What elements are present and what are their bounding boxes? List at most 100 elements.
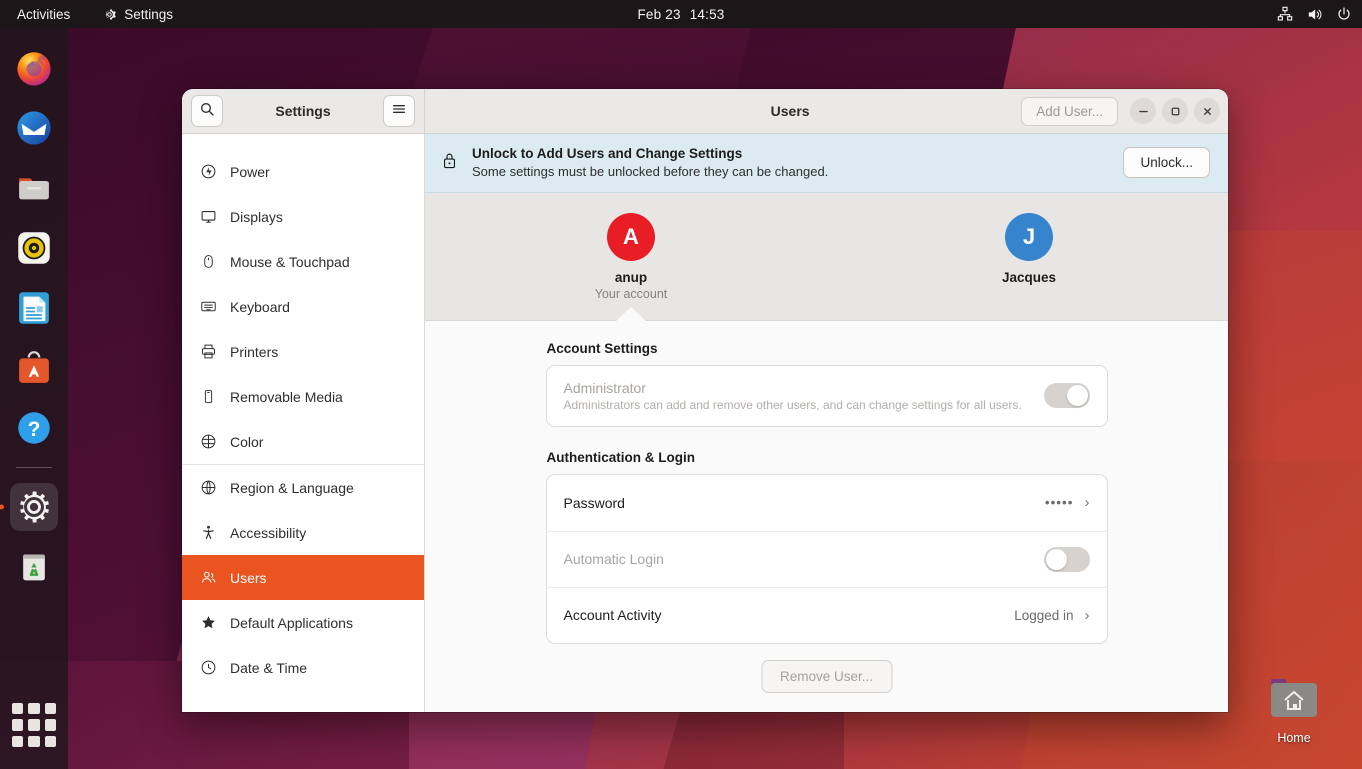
- power-icon[interactable]: [1336, 6, 1352, 22]
- dock-item-ubuntu-software[interactable]: [10, 344, 58, 392]
- search-icon: [199, 101, 215, 122]
- app-menu-button[interactable]: Settings: [97, 5, 178, 24]
- system-indicators[interactable]: [1277, 6, 1352, 23]
- administrator-toggle[interactable]: [1043, 383, 1090, 409]
- dock-item-rhythmbox[interactable]: [10, 224, 58, 272]
- administrator-row[interactable]: Administrator Administrators can add and…: [547, 366, 1107, 426]
- lock-icon: [441, 151, 458, 175]
- sidebar-item-removable-media[interactable]: Removable Media: [182, 374, 424, 419]
- sidebar-label: Users: [230, 569, 267, 586]
- password-row[interactable]: Password ••••• ›: [547, 475, 1107, 531]
- sidebar-label: Date & Time: [230, 659, 308, 676]
- globe-icon: [199, 479, 217, 496]
- sidebar-label: Default Applications: [230, 614, 353, 631]
- avatar: A: [607, 212, 655, 261]
- sidebar-title: Settings: [275, 103, 331, 119]
- volume-icon[interactable]: [1306, 6, 1323, 23]
- selected-user-pointer: [616, 306, 646, 321]
- app-menu-label: Settings: [124, 6, 174, 22]
- sidebar-label: Displays: [230, 208, 283, 225]
- clock-button[interactable]: Feb 23 14:53: [637, 7, 724, 22]
- administrator-label: Administrator: [563, 379, 646, 396]
- authentication-heading: Authentication & Login: [546, 449, 695, 465]
- display-icon: [199, 208, 217, 225]
- user-name: Jacques: [1001, 269, 1057, 285]
- user-card-anup[interactable]: A anup Your account: [571, 212, 691, 301]
- banner-title: Unlock to Add Users and Change Settings: [472, 146, 743, 161]
- activities-button[interactable]: Activities: [12, 5, 75, 24]
- top-bar: Activities Settings Feb 23 14:53: [0, 0, 1362, 28]
- sidebar-item-color[interactable]: Color: [182, 419, 424, 464]
- account-activity-row[interactable]: Account Activity Logged in ›: [546, 586, 1107, 643]
- account-settings-heading: Account Settings: [546, 340, 658, 356]
- add-user-button[interactable]: Add User...: [1021, 96, 1118, 126]
- dock-item-help[interactable]: ?: [10, 404, 58, 452]
- sidebar-label: Power: [230, 163, 270, 180]
- dock-item-settings[interactable]: [10, 483, 58, 531]
- color-icon: [199, 433, 217, 450]
- clock-icon: [199, 659, 217, 676]
- sidebar-item-displays[interactable]: Displays: [182, 194, 424, 239]
- keyboard-icon: [199, 298, 217, 315]
- users-icon: [199, 569, 217, 586]
- sidebar-item-accessibility[interactable]: Accessibility: [182, 510, 424, 555]
- sidebar-item-default-applications[interactable]: Default Applications: [182, 600, 424, 645]
- automatic-login-row[interactable]: Automatic Login: [546, 530, 1107, 587]
- home-folder-icon: [1271, 679, 1317, 717]
- maximize-button[interactable]: [1162, 98, 1188, 124]
- sidebar-item-keyboard[interactable]: Keyboard: [182, 284, 424, 329]
- chevron-right-icon: ›: [1084, 606, 1090, 624]
- dock: ?: [0, 28, 68, 769]
- dock-item-thunderbird[interactable]: [10, 104, 58, 152]
- close-button[interactable]: [1194, 98, 1220, 124]
- dock-item-libreoffice-writer[interactable]: [10, 284, 58, 332]
- administrator-description: Administrators can add and remove other …: [563, 397, 1022, 412]
- user-list-strip: A anup Your account J Jacques: [425, 192, 1228, 321]
- automatic-login-label: Automatic Login: [563, 551, 664, 568]
- dock-item-firefox[interactable]: [10, 44, 58, 92]
- show-applications-button[interactable]: [12, 703, 56, 747]
- sidebar-label: Mouse & Touchpad: [230, 253, 350, 270]
- automatic-login-toggle[interactable]: [1043, 546, 1090, 572]
- sidebar-item-region-language[interactable]: Region & Language: [182, 465, 424, 510]
- account-settings-card: Administrator Administrators can add and…: [545, 364, 1108, 427]
- dock-item-trash[interactable]: [10, 543, 58, 591]
- accessibility-icon: [199, 524, 217, 541]
- sidebar-item-mouse-touchpad[interactable]: Mouse & Touchpad: [182, 239, 424, 284]
- avatar-initial: A: [623, 223, 639, 249]
- clock-date: Feb 23: [637, 6, 681, 22]
- svg-text:?: ?: [28, 418, 41, 441]
- desktop-icon-home[interactable]: Home: [1248, 675, 1340, 745]
- sidebar-label: Sound: [230, 134, 270, 135]
- dock-item-files[interactable]: [10, 164, 58, 212]
- mouse-icon: [199, 254, 217, 269]
- sidebar-item-users[interactable]: Users: [182, 555, 424, 600]
- settings-sidebar[interactable]: Sound Power Displays: [182, 134, 425, 712]
- window-titlebar: Settings Users Add User...: [182, 89, 1228, 134]
- unlock-button[interactable]: Unlock...: [1123, 147, 1210, 179]
- search-button[interactable]: [191, 95, 223, 127]
- main-menu-button[interactable]: [383, 95, 415, 127]
- minimize-button[interactable]: [1130, 98, 1156, 124]
- sidebar-label: Keyboard: [230, 298, 290, 315]
- chevron-right-icon: ›: [1084, 494, 1090, 512]
- sidebar-item-date-time[interactable]: Date & Time: [182, 645, 424, 690]
- password-label: Password: [563, 494, 625, 511]
- clock-time: 14:53: [689, 6, 725, 22]
- avatar: J: [1005, 212, 1053, 261]
- user-name: anup: [614, 269, 648, 285]
- account-panel: Account Settings Administrator Administr…: [425, 321, 1228, 712]
- sidebar-item-sound[interactable]: Sound: [182, 134, 424, 149]
- sidebar-item-power[interactable]: Power: [182, 149, 424, 194]
- banner-subtitle: Some settings must be unlocked before th…: [472, 164, 829, 180]
- power-icon: [199, 163, 217, 180]
- network-icon[interactable]: [1277, 6, 1293, 22]
- sidebar-list: Sound Power Displays: [182, 134, 424, 690]
- sidebar-item-printers[interactable]: Printers: [182, 329, 424, 374]
- user-card-jacques[interactable]: J Jacques: [969, 212, 1089, 285]
- remove-user-button[interactable]: Remove User...: [760, 659, 893, 693]
- sidebar-label: Accessibility: [230, 524, 307, 541]
- users-panel: Unlock to Add Users and Change Settings …: [425, 134, 1228, 712]
- account-activity-label: Account Activity: [563, 607, 662, 624]
- sidebar-label: Printers: [230, 343, 279, 360]
